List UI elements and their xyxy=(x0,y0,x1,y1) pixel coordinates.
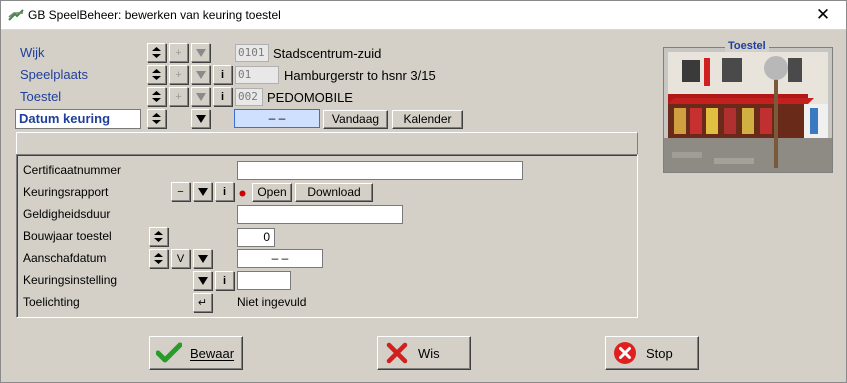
dropdown-icon[interactable] xyxy=(191,109,210,128)
add-toestel-button[interactable]: + xyxy=(169,87,188,106)
tab-strip xyxy=(16,132,638,156)
up-down-spinner-icon[interactable] xyxy=(147,87,166,106)
wijk-value: Stadscentrum-zuid xyxy=(273,46,382,61)
checkmark-icon xyxy=(156,340,182,366)
speelplaats-label: Speelplaats xyxy=(20,67,88,82)
up-down-spinner-icon[interactable] xyxy=(147,109,166,128)
info-icon[interactable]: i xyxy=(215,182,234,201)
enter-icon[interactable]: ↵ xyxy=(193,293,212,312)
toestel-label: Toestel xyxy=(20,89,62,104)
geldigheidsduur-label: Geldigheidsduur xyxy=(23,207,111,221)
info-icon[interactable]: i xyxy=(213,87,232,106)
photo-frame xyxy=(663,47,833,173)
wis-label: Wis xyxy=(418,345,440,361)
app-icon xyxy=(8,9,24,21)
speelplaats-value: Hamburgerstr to hsnr 3/15 xyxy=(284,68,436,83)
toestel-code-field: 002 xyxy=(235,88,263,106)
vandaag-button[interactable]: Vandaag xyxy=(323,110,388,129)
geldigheidsduur-field[interactable] xyxy=(237,205,403,224)
info-icon[interactable]: i xyxy=(213,65,232,84)
dropdown-icon[interactable] xyxy=(193,271,212,290)
aanschafdatum-field[interactable]: – – xyxy=(237,249,323,268)
up-down-spinner-icon[interactable] xyxy=(149,249,168,268)
wijk-code-field: 0101 xyxy=(235,44,269,62)
dropdown-icon[interactable] xyxy=(193,249,212,268)
speelplaats-code-field: 01 xyxy=(235,66,279,84)
stop-label: Stop xyxy=(646,345,673,361)
open-button[interactable]: Open xyxy=(252,183,292,202)
dropdown-icon[interactable] xyxy=(191,43,210,62)
up-down-spinner-icon[interactable] xyxy=(149,227,168,246)
bewaar-label: Bewaar xyxy=(190,345,235,361)
kalender-button[interactable]: Kalender xyxy=(392,110,463,129)
toelichting-label: Toelichting xyxy=(23,295,80,309)
title-bar: GB SpeelBeheer: bewerken van keuring toe… xyxy=(1,1,846,30)
bouwjaar-field[interactable]: 0 xyxy=(237,228,275,247)
download-button[interactable]: Download xyxy=(295,183,373,202)
add-speelplaats-button[interactable]: + xyxy=(169,65,188,84)
delete-x-icon xyxy=(384,340,410,366)
keuringsinstelling-field[interactable] xyxy=(237,271,291,290)
photo-title: Toestel xyxy=(725,40,769,52)
add-wijk-button[interactable]: + xyxy=(169,43,188,62)
dropdown-icon[interactable] xyxy=(191,65,210,84)
dropdown-icon[interactable] xyxy=(193,182,212,201)
datum-keuring-field[interactable]: – – xyxy=(234,109,320,128)
up-down-spinner-icon[interactable] xyxy=(147,65,166,84)
stop-icon xyxy=(612,340,638,366)
wis-button[interactable]: Wis xyxy=(377,336,471,370)
keuringsrapport-label: Keuringsrapport xyxy=(23,185,109,199)
keuringsinstelling-label: Keuringsinstelling xyxy=(23,273,118,287)
dropdown-icon[interactable] xyxy=(191,87,210,106)
minus-button[interactable]: − xyxy=(171,182,190,201)
aanschafdatum-label: Aanschafdatum xyxy=(23,251,107,265)
bouwjaar-label: Bouwjaar toestel xyxy=(23,229,112,243)
info-icon[interactable]: i xyxy=(215,271,234,290)
stop-button[interactable]: Stop xyxy=(605,336,699,370)
status-dot-icon xyxy=(239,190,246,197)
up-down-spinner-icon[interactable] xyxy=(147,43,166,62)
toestel-value: PEDOMOBILE xyxy=(267,90,353,105)
window-title: GB SpeelBeheer: bewerken van keuring toe… xyxy=(28,8,281,22)
datum-keuring-label: Datum keuring xyxy=(15,109,141,129)
certificaatnummer-field[interactable] xyxy=(237,161,523,180)
toestel-photo xyxy=(664,48,832,172)
dialog-window: GB SpeelBeheer: bewerken van keuring toe… xyxy=(0,0,847,383)
v-button[interactable]: V xyxy=(171,249,190,268)
wijk-label: Wijk xyxy=(20,45,45,60)
bewaar-button[interactable]: Bewaar xyxy=(149,336,243,370)
close-icon[interactable]: ✕ xyxy=(800,1,846,30)
certificaatnummer-label: Certificaatnummer xyxy=(23,163,122,177)
toelichting-value: Niet ingevuld xyxy=(237,295,307,309)
